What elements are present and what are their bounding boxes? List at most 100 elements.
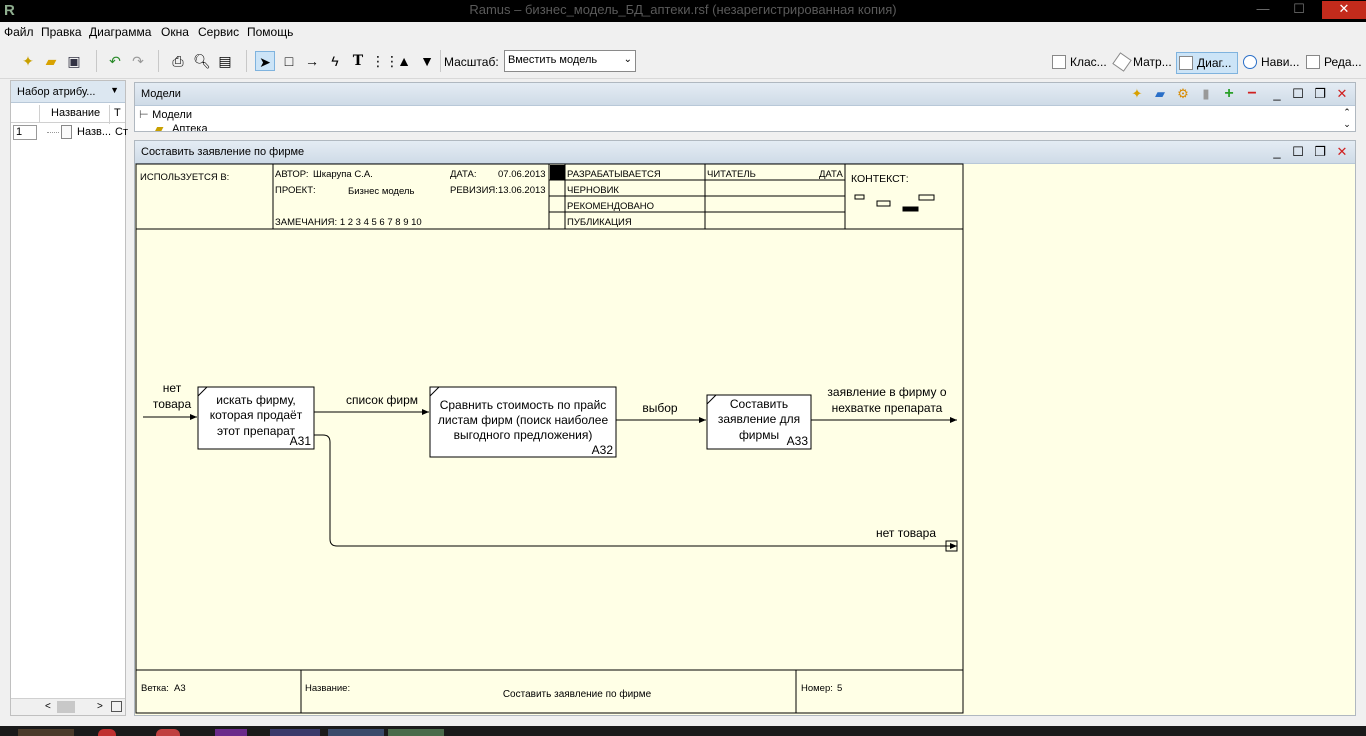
tree-root[interactable]: ⊢ Модели — [139, 108, 192, 121]
scroll-left-icon[interactable]: < — [45, 701, 51, 712]
grid-tool-icon[interactable]: ⋮⋮ — [371, 51, 399, 71]
taskbar-app[interactable] — [215, 729, 247, 736]
scroll-down-icon[interactable]: ⌄ — [1341, 118, 1353, 130]
status-draft: ЧЕРНОВИК — [567, 185, 619, 196]
editor-button[interactable]: Реда... — [1304, 52, 1364, 74]
bottom-output-arrow[interactable] — [314, 434, 957, 549]
remove-icon[interactable]: − — [1244, 86, 1260, 102]
diagram-label: Диаг... — [1197, 56, 1232, 70]
footer-name-label: Название: — [305, 683, 350, 694]
restore-icon[interactable]: ❐ — [1312, 86, 1328, 102]
name-column-header[interactable]: Название — [51, 107, 100, 119]
a31-id: А31 — [290, 434, 312, 448]
taskbar-app[interactable] — [98, 729, 116, 736]
taskbar-app[interactable] — [18, 729, 74, 736]
new-file-icon[interactable]: ✦ — [18, 51, 38, 71]
corner-icon[interactable] — [111, 701, 122, 712]
context-label: КОНТЕКСТ: — [851, 173, 909, 185]
navigator-label: Нави... — [1261, 55, 1300, 69]
minimize-icon[interactable]: _ — [1269, 86, 1285, 102]
maximize-button[interactable]: ☐ — [1284, 1, 1314, 19]
tree-root-label: Модели — [152, 109, 192, 121]
close-icon[interactable]: ✕ — [1334, 86, 1350, 102]
toolbar-separator — [246, 50, 247, 72]
menu-service[interactable]: Сервис — [198, 25, 239, 39]
idef0-diagram: ИСПОЛЬЗУЕТСЯ В: АВТОР: Шкарупа С.А. ПРОЕ… — [135, 163, 964, 714]
classifiers-button[interactable]: Клас... — [1050, 52, 1110, 74]
toolbar-separator — [158, 50, 159, 72]
row-number[interactable]: 1 — [13, 125, 37, 140]
a31-line1: искать фирму, — [216, 393, 295, 407]
minimize-button[interactable]: — — [1248, 1, 1278, 19]
diagram-window-title: Составить заявление по фирме — [141, 146, 305, 158]
undo-icon[interactable]: ↶ — [105, 51, 125, 71]
menu-windows[interactable]: Окна — [161, 25, 189, 39]
chevron-down-icon[interactable]: ▼ — [110, 85, 119, 95]
menu-file[interactable]: Файл — [4, 25, 34, 39]
date-label: ДАТА: — [450, 169, 477, 180]
revision-label: РЕВИЗИЯ: — [450, 185, 498, 196]
scroll-right-icon[interactable]: > — [97, 701, 103, 712]
zoom-value: Вместить модель — [508, 54, 598, 66]
print-preview-icon[interactable]: 🔍︎ — [192, 51, 212, 71]
settings-gear-icon[interactable]: ⚙ — [1175, 86, 1191, 102]
page-setup-icon[interactable]: ▤ — [215, 51, 235, 71]
input-label-line2: товара — [153, 397, 192, 411]
tree-expander-icon[interactable]: ⊢ — [139, 108, 149, 121]
box-tool-icon[interactable]: □ — [279, 51, 299, 71]
bottom-arrow-label: нет товара — [876, 526, 936, 540]
restore-icon[interactable]: ❐ — [1312, 144, 1328, 160]
menu-help[interactable]: Помощь — [247, 25, 293, 39]
footer-name-value: Составить заявление по фирме — [503, 688, 652, 700]
a33-id: А33 — [787, 434, 809, 448]
matrix-button[interactable]: Матр... — [1112, 52, 1173, 74]
revision-value: 13.06.2013 — [498, 185, 546, 196]
type-column-header[interactable]: Т — [109, 105, 121, 124]
taskbar-app[interactable] — [328, 729, 384, 736]
taskbar-app-ramus[interactable] — [388, 729, 444, 736]
document-icon — [1052, 55, 1066, 69]
trash-icon[interactable]: ▮ — [1198, 86, 1214, 102]
attribute-type[interactable]: Ст — [115, 126, 128, 138]
minimize-icon[interactable]: _ — [1269, 144, 1285, 160]
a33-line2: заявление для — [718, 412, 800, 426]
attributes-table-row[interactable]: 1 Назв... Ст — [11, 125, 128, 141]
menu-diagram[interactable]: Диаграмма — [89, 25, 151, 39]
taskbar-app[interactable] — [270, 729, 320, 736]
navigator-button[interactable]: Нави... — [1241, 52, 1301, 74]
save-icon[interactable]: ▣ — [64, 51, 84, 71]
context-box-current — [902, 206, 919, 212]
open-model-icon[interactable]: ▰ — [1152, 86, 1168, 102]
squiggle-tool-icon[interactable]: ϟ — [325, 51, 345, 71]
maximize-icon[interactable]: ☐ — [1290, 144, 1306, 160]
author-value: Шкарупа С.А. — [313, 169, 373, 180]
go-up-icon[interactable]: ▲ — [394, 51, 414, 71]
close-icon[interactable]: ✕ — [1334, 144, 1350, 160]
redo-icon[interactable]: ↷ — [128, 51, 148, 71]
menu-edit[interactable]: Правка — [41, 25, 82, 39]
diagram-button[interactable]: Диаг... — [1176, 52, 1238, 74]
scroll-up-icon[interactable]: ⌃ — [1341, 106, 1353, 118]
zoom-select[interactable]: Вместить модель ⌄ — [504, 50, 636, 72]
open-folder-icon[interactable]: ▰ — [41, 51, 61, 71]
scroll-thumb[interactable] — [57, 701, 75, 713]
maximize-icon[interactable]: ☐ — [1290, 86, 1306, 102]
matrix-icon — [1112, 52, 1132, 72]
go-down-icon[interactable]: ▼ — [417, 51, 437, 71]
add-icon[interactable]: + — [1221, 86, 1237, 102]
output-label-line1: заявление в фирму о — [827, 385, 946, 399]
print-icon[interactable]: ⎙ — [168, 51, 188, 71]
close-button[interactable]: ✕ — [1322, 1, 1366, 19]
pointer-tool-icon[interactable]: ➤ — [255, 51, 275, 71]
arrow-tool-icon[interactable]: → — [302, 51, 322, 71]
status-working: РАЗРАБАТЫВАЕТСЯ — [567, 169, 661, 180]
text-tool-icon[interactable]: T — [348, 51, 368, 71]
vertical-scrollbar[interactable]: ⌃ ⌄ — [1341, 106, 1353, 131]
status-publication: ПУБЛИКАЦИЯ — [567, 217, 632, 228]
taskbar-app[interactable] — [156, 729, 180, 736]
tree-item-pharmacy[interactable]: ▰ Аптека — [155, 122, 208, 131]
attribute-name[interactable]: Назв... — [77, 126, 111, 138]
attributes-panel-header[interactable]: Набор атрибу... ▼ — [11, 81, 125, 103]
horizontal-scrollbar[interactable]: < > — [11, 698, 125, 715]
new-model-icon[interactable]: ✦ — [1129, 86, 1145, 102]
